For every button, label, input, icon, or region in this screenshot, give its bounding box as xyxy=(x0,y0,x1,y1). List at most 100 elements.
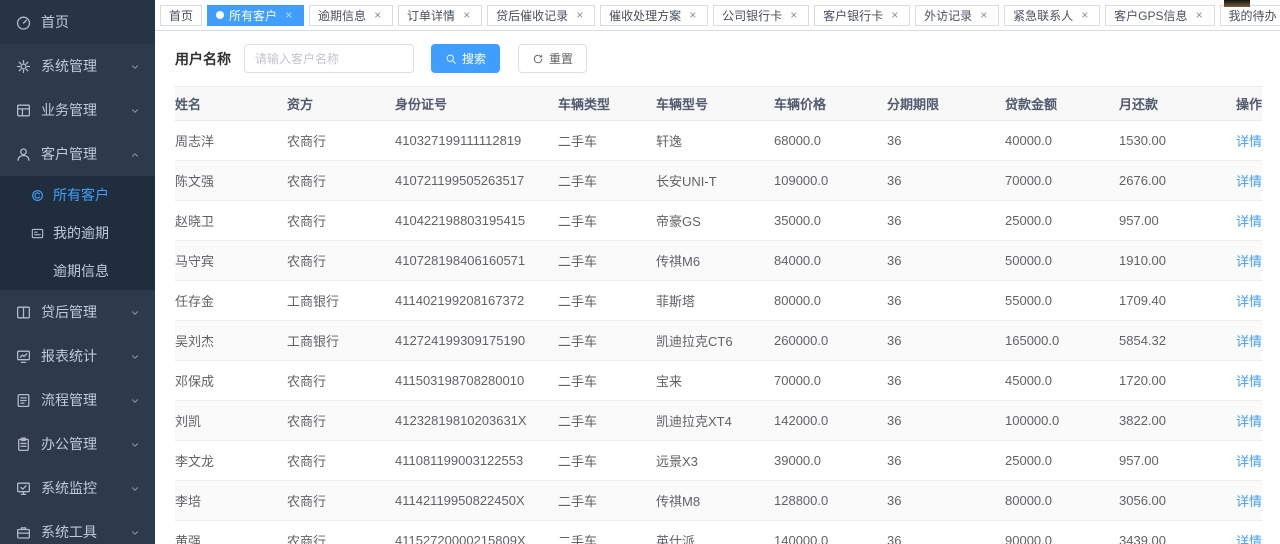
avatar[interactable] xyxy=(1224,0,1250,7)
close-tab-icon[interactable]: × xyxy=(282,9,295,22)
detail-link[interactable]: 详情 xyxy=(1236,454,1262,469)
tab-贷后催收记录[interactable]: 贷后催收记录× xyxy=(487,5,595,26)
sidebar-item-业务管理[interactable]: 业务管理 xyxy=(0,88,155,132)
tab-公司银行卡[interactable]: 公司银行卡 × xyxy=(713,5,809,26)
table-cell: 70000.0 xyxy=(1005,161,1119,201)
table-cell: 农商行 xyxy=(287,441,395,481)
table-cell: 957.00 xyxy=(1119,441,1225,481)
table-cell: 传祺M8 xyxy=(656,481,774,521)
table-cell: 25000.0 xyxy=(1005,441,1119,481)
tab-客户GPS信息[interactable]: 客户GPS信息× xyxy=(1105,5,1214,26)
sidebar-item-客户管理[interactable]: 客户管理 xyxy=(0,132,155,176)
table-cell-actions: 详情 xyxy=(1225,121,1262,161)
sidebar-item-办公管理[interactable]: 办公管理 xyxy=(0,422,155,466)
grid-icon xyxy=(15,102,32,119)
table-cell: 36 xyxy=(887,201,1005,241)
table-cell: 凯迪拉克XT4 xyxy=(656,401,774,441)
sidebar-item-贷后管理[interactable]: 贷后管理 xyxy=(0,290,155,334)
reset-button[interactable]: 重置 xyxy=(518,44,587,73)
close-tab-icon[interactable]: × xyxy=(787,9,800,22)
tab-紧急联系人[interactable]: 紧急联系人 × xyxy=(1004,5,1100,26)
table-cell: 41232819810203631X xyxy=(395,401,558,441)
column-header-车辆型号: 车辆型号 xyxy=(656,87,774,121)
sidebar-item-流程管理[interactable]: 流程管理 xyxy=(0,378,155,422)
detail-link[interactable]: 详情 xyxy=(1236,414,1262,429)
tab-外访记录[interactable]: 外访记录 × xyxy=(915,5,999,26)
detail-link[interactable]: 详情 xyxy=(1236,374,1262,389)
table-cell-actions: 详情 xyxy=(1225,241,1262,281)
table-cell: 赵晓卫 xyxy=(175,201,287,241)
chevron-down-icon xyxy=(129,482,141,494)
table-row: 马守宾农商行410728198406160571二手车传祺M684000.036… xyxy=(175,241,1262,281)
detail-link[interactable]: 详情 xyxy=(1236,254,1262,269)
table-row: 周志洋农商行410327199111112819二手车轩逸68000.03640… xyxy=(175,121,1262,161)
close-tab-icon[interactable]: × xyxy=(371,9,384,22)
tab-所有客户[interactable]: 所有客户× xyxy=(207,5,304,26)
close-tab-icon[interactable]: × xyxy=(460,9,473,22)
detail-link[interactable]: 详情 xyxy=(1236,294,1262,309)
sidebar-subitem-label: 逾期信息 xyxy=(53,261,109,281)
sidebar-subitem-我的逾期[interactable]: 我的逾期 xyxy=(0,214,155,252)
tab-逾期信息[interactable]: 逾期信息× xyxy=(309,5,393,26)
table-cell: 农商行 xyxy=(287,401,395,441)
search-button[interactable]: 搜索 xyxy=(431,44,500,73)
tab-首页[interactable]: 首页 xyxy=(160,5,202,26)
close-tab-icon[interactable]: × xyxy=(888,9,901,22)
tab-客户银行卡[interactable]: 客户银行卡× xyxy=(814,5,910,26)
close-tab-icon[interactable]: × xyxy=(573,9,586,22)
sidebar-item-label: 系统监控 xyxy=(41,478,97,498)
main-area: 首页所有客户×逾期信息×订单详情×贷后催收记录×催收处理方案×公司银行卡×客户银… xyxy=(155,0,1280,544)
table-cell: 90000.0 xyxy=(1005,521,1119,544)
sidebar-item-label: 贷后管理 xyxy=(41,302,97,322)
close-tab-icon[interactable]: × xyxy=(1193,9,1206,22)
detail-link[interactable]: 详情 xyxy=(1236,174,1262,189)
tab-label: 紧急联系人 xyxy=(1013,7,1073,24)
chevron-down-icon xyxy=(129,350,141,362)
search-label: 用户名称 xyxy=(175,49,231,69)
sidebar-subitem-label: 所有客户 xyxy=(53,185,109,205)
user-icon xyxy=(15,146,32,163)
table-cell: 刘凯 xyxy=(175,401,287,441)
table-cell-actions: 详情 xyxy=(1225,201,1262,241)
tab-催收处理方案[interactable]: 催收处理方案× xyxy=(600,5,708,26)
tab-我的待办[interactable]: 我的待办× xyxy=(1220,5,1280,26)
tab-订单详情[interactable]: 订单详情× xyxy=(398,5,482,26)
column-header-操作: 操作 xyxy=(1225,87,1262,121)
tab-label: 外访记录 xyxy=(924,7,972,24)
detail-link[interactable]: 详情 xyxy=(1236,494,1262,509)
sidebar-item-系统管理[interactable]: 系统管理 xyxy=(0,44,155,88)
close-tab-icon[interactable]: × xyxy=(1078,9,1091,22)
table-cell: 传祺M6 xyxy=(656,241,774,281)
table-cell: 二手车 xyxy=(558,441,656,481)
tab-label: 首页 xyxy=(169,7,193,24)
detail-link[interactable]: 详情 xyxy=(1236,214,1262,229)
table-cell: 二手车 xyxy=(558,161,656,201)
detail-link[interactable]: 详情 xyxy=(1236,534,1262,544)
detail-link[interactable]: 详情 xyxy=(1236,334,1262,349)
table-cell: 36 xyxy=(887,401,1005,441)
table-cell-actions: 详情 xyxy=(1225,361,1262,401)
table-cell: 帝豪GS xyxy=(656,201,774,241)
close-tab-icon[interactable]: × xyxy=(977,9,990,22)
column-header-贷款金额: 贷款金额 xyxy=(1005,87,1119,121)
table-cell: 36 xyxy=(887,441,1005,481)
customer-name-input[interactable] xyxy=(244,44,414,73)
column-header-车辆类型: 车辆类型 xyxy=(558,87,656,121)
tab-label: 公司银行卡 xyxy=(722,7,782,24)
close-tab-icon[interactable]: × xyxy=(686,9,699,22)
table-cell: 1709.40 xyxy=(1119,281,1225,321)
sidebar-subitem-所有客户[interactable]: 所有客户 xyxy=(0,176,155,214)
table-cell: 二手车 xyxy=(558,321,656,361)
sidebar-subitem-逾期信息[interactable]: 逾期信息 xyxy=(0,252,155,290)
detail-link[interactable]: 详情 xyxy=(1236,134,1262,149)
table-cell: 吴刘杰 xyxy=(175,321,287,361)
table-cell: 农商行 xyxy=(287,241,395,281)
customers-table: 姓名资方身份证号车辆类型车辆型号车辆价格分期期限贷款金额月还款操作 周志洋农商行… xyxy=(175,86,1262,544)
sidebar-item-报表统计[interactable]: 报表统计 xyxy=(0,334,155,378)
table-cell: 140000.0 xyxy=(774,521,887,544)
sidebar-item-系统工具[interactable]: 系统工具 xyxy=(0,510,155,544)
sidebar-item-系统监控[interactable]: 系统监控 xyxy=(0,466,155,510)
sidebar-item-首页[interactable]: 首页 xyxy=(0,0,155,44)
table-cell: 36 xyxy=(887,121,1005,161)
table-cell: 1530.00 xyxy=(1119,121,1225,161)
